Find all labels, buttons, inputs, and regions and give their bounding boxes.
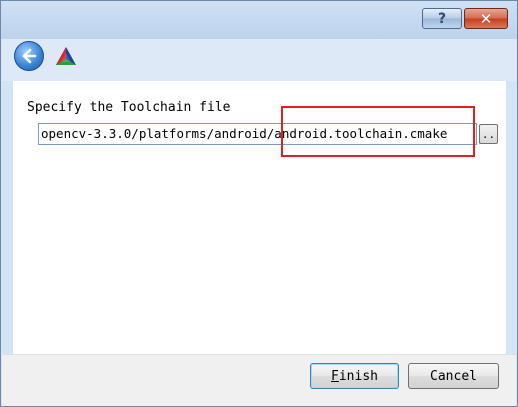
browse-button[interactable]: ..: [479, 124, 498, 144]
title-bar: ? ✕: [1, 1, 517, 39]
toolchain-prompt-label: Specify the Toolchain file: [27, 100, 231, 115]
help-icon: ?: [437, 10, 447, 27]
close-button[interactable]: ✕: [464, 8, 508, 29]
toolchain-path-field[interactable]: opencv-3.3.0/platforms/android/android.t…: [38, 123, 477, 145]
dialog-window: ? ✕ Specify the Toolchain file opencv-3.…: [0, 0, 518, 407]
wizard-header: [2, 39, 516, 81]
back-button[interactable]: [14, 41, 44, 71]
toolchain-path-value: opencv-3.3.0/platforms/android/android.t…: [41, 126, 448, 141]
back-arrow-icon: [22, 48, 37, 64]
cmake-logo-icon: [56, 47, 76, 65]
content-panel: [13, 81, 506, 354]
cancel-button[interactable]: Cancel: [408, 363, 499, 389]
finish-label: Finish: [331, 368, 378, 384]
cancel-label: Cancel: [430, 368, 477, 384]
close-icon: ✕: [479, 9, 493, 28]
finish-button[interactable]: Finish: [310, 363, 399, 389]
browse-label: ..: [481, 127, 496, 141]
help-button[interactable]: ?: [422, 8, 462, 29]
